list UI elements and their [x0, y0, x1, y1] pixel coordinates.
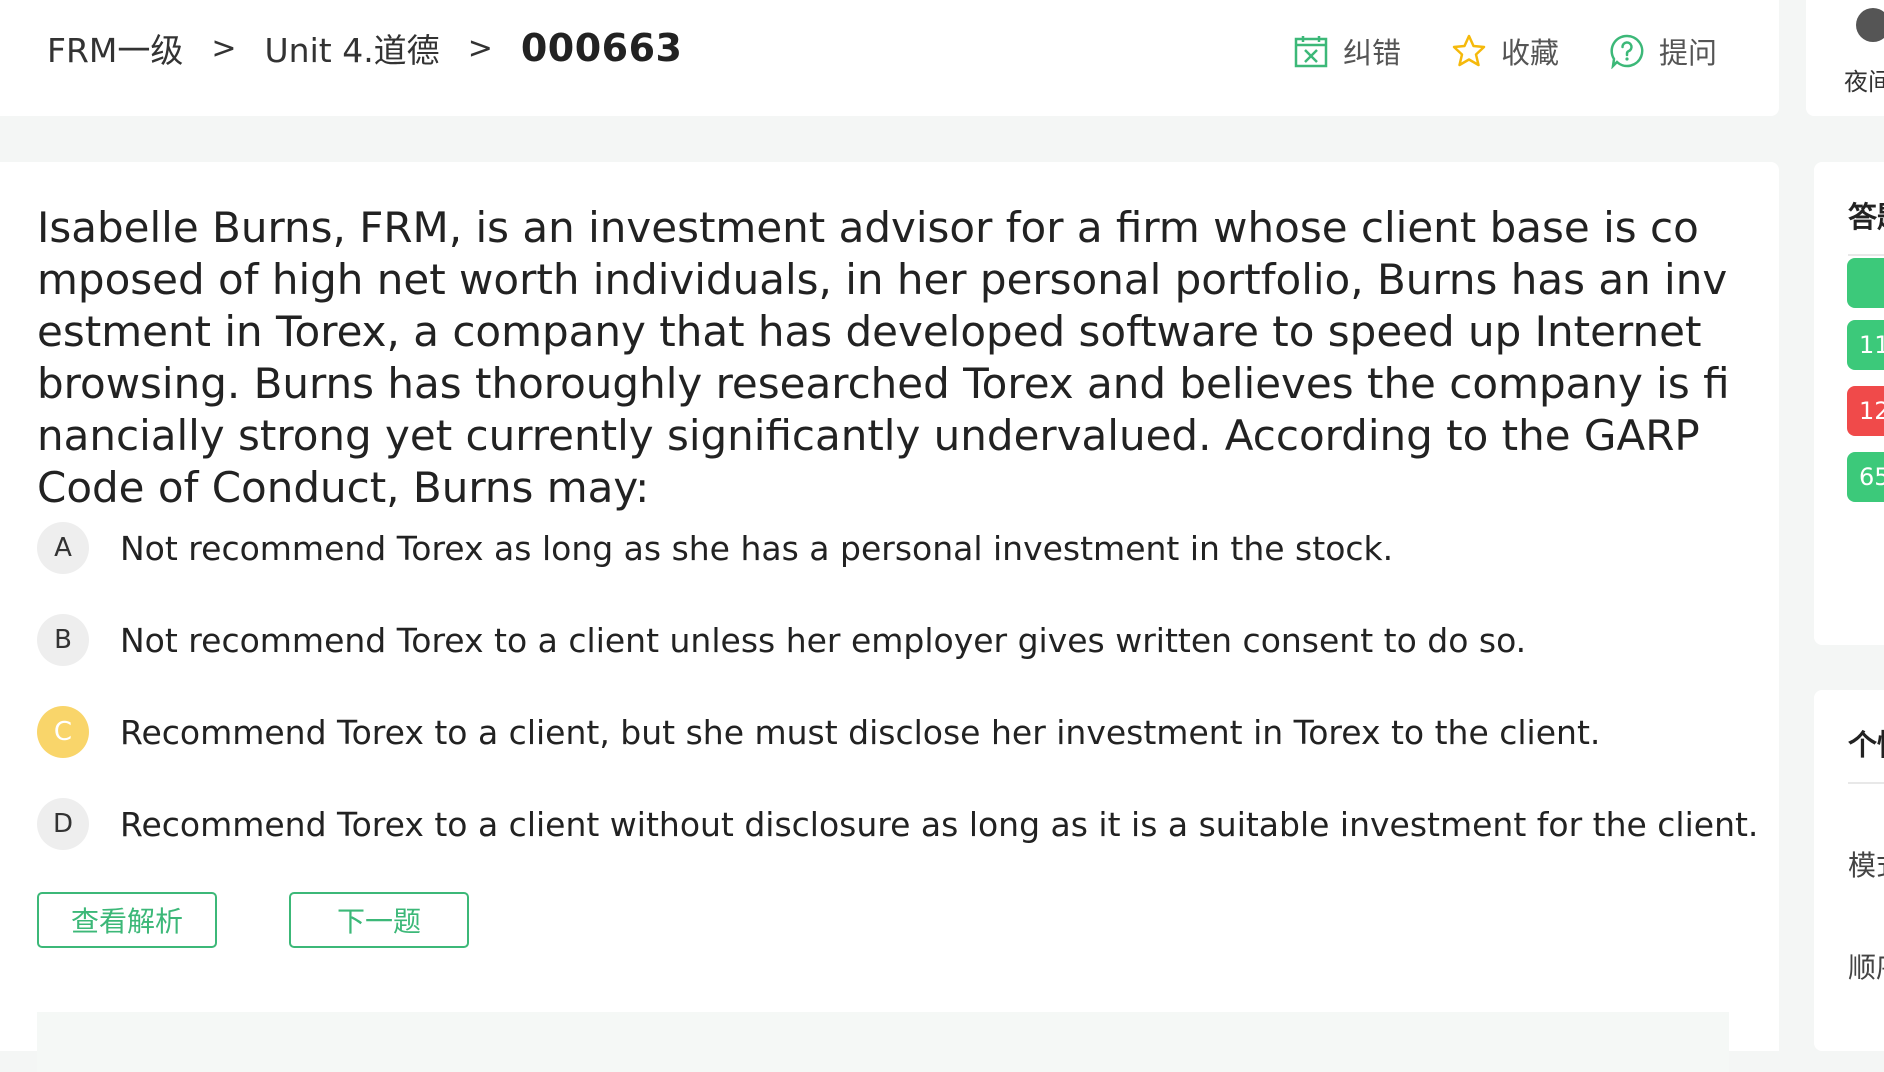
- option-letter: A: [37, 522, 89, 574]
- question-id: 000663: [520, 26, 683, 70]
- star-icon: [1452, 34, 1486, 67]
- divider: [1848, 782, 1884, 784]
- favorite-label: 收藏: [1501, 36, 1560, 70]
- option-b[interactable]: B Not recommend Torex to a client unless…: [37, 594, 1737, 686]
- breadcrumb-level2[interactable]: Unit 4.道德: [265, 24, 440, 72]
- correct-label: 纠错: [1343, 36, 1402, 70]
- ask-label: 提问: [1659, 36, 1718, 70]
- night-mode-toggle[interactable]: 夜间: [1806, 0, 1884, 116]
- view-analysis-button[interactable]: 查看解析: [37, 892, 217, 948]
- top-bar: FRM一级 > Unit 4.道德 > 000663 纠错 收藏 提问: [0, 0, 1779, 116]
- option-text: Recommend Torex to a client without disc…: [120, 804, 1759, 844]
- answer-card: 答题 11 12 65: [1814, 162, 1884, 645]
- breadcrumb-separator: >: [467, 30, 493, 66]
- option-a[interactable]: A Not recommend Torex as long as she has…: [37, 502, 1737, 594]
- breadcrumb: FRM一级 > Unit 4.道德 > 000663: [47, 24, 682, 72]
- answer-chip[interactable]: 65: [1847, 452, 1884, 502]
- toolbar: 纠错 收藏 提问: [1293, 30, 1767, 72]
- question-stem: Isabelle Burns, FRM, is an investment ad…: [37, 203, 1730, 512]
- option-c[interactable]: C Recommend Torex to a client, but she m…: [37, 686, 1737, 778]
- ask-button[interactable]: 提问: [1609, 30, 1717, 72]
- analysis-panel: [37, 1012, 1729, 1072]
- correct-button[interactable]: 纠错: [1293, 30, 1401, 72]
- option-letter: D: [37, 798, 89, 850]
- option-d[interactable]: D Recommend Torex to a client without di…: [37, 778, 1758, 870]
- question-icon: [1610, 34, 1644, 69]
- breadcrumb-level1[interactable]: FRM一级: [47, 24, 183, 72]
- moon-icon: [1856, 8, 1884, 42]
- option-text: Not recommend Torex to a client unless h…: [120, 620, 1527, 660]
- breadcrumb-separator: >: [211, 30, 237, 66]
- personal-settings-card: 个性 模式 顺序: [1814, 690, 1884, 1051]
- personal-settings-title: 个性: [1848, 728, 1884, 762]
- report-error-icon: [1294, 36, 1328, 68]
- mode-setting[interactable]: 模式: [1848, 844, 1884, 884]
- order-setting[interactable]: 顺序: [1848, 946, 1884, 986]
- option-text: Not recommend Torex as long as she has a…: [120, 528, 1394, 568]
- answer-card-title: 答题: [1848, 200, 1884, 234]
- answer-chip[interactable]: [1847, 258, 1884, 308]
- favorite-button[interactable]: 收藏: [1451, 30, 1559, 72]
- question-panel: Isabelle Burns, FRM, is an investment ad…: [0, 162, 1779, 1072]
- next-question-button[interactable]: 下一题: [289, 892, 469, 948]
- option-letter-selected: C: [37, 706, 89, 758]
- answer-chip[interactable]: 12: [1847, 386, 1884, 436]
- divider: [1848, 254, 1884, 256]
- option-text: Recommend Torex to a client, but she mus…: [120, 712, 1601, 752]
- answer-chip[interactable]: 11: [1847, 320, 1884, 370]
- options-list: A Not recommend Torex as long as she has…: [37, 502, 1758, 870]
- night-mode-label: 夜间: [1844, 68, 1884, 96]
- option-letter: B: [37, 614, 89, 666]
